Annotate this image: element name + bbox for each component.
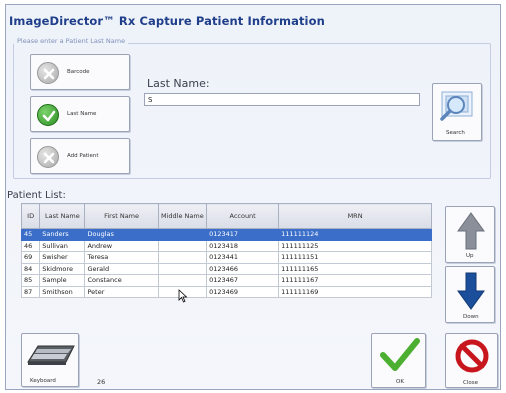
last-name-button-label: Last Name <box>67 111 97 117</box>
up-button-label: Up <box>466 253 474 259</box>
last-name-button[interactable]: Last Name <box>30 96 130 132</box>
close-button-label: Close <box>463 380 478 386</box>
cell-middle <box>157 228 208 241</box>
cell-middle <box>157 274 208 287</box>
cell-first: Douglas <box>84 228 159 241</box>
cell-mrn: 111111165 <box>278 262 432 275</box>
cell-id: 87 <box>20 285 41 298</box>
cell-id: 46 <box>20 239 41 252</box>
search-button[interactable]: Search <box>432 83 482 141</box>
column-header-middle-name[interactable]: Middle Name <box>157 203 208 229</box>
keyboard-button[interactable]: Keyboard <box>21 333 79 387</box>
cell-middle <box>157 239 208 252</box>
last-name-input[interactable]: S <box>144 93 420 106</box>
table-row[interactable]: 84 Skidmore Gerald 0123466 111111165 <box>20 262 432 275</box>
cell-first: Constance <box>84 274 159 287</box>
cell-mrn: 111111167 <box>278 274 432 287</box>
ok-button-label: OK <box>396 379 404 385</box>
add-patient-button-label: Add Patient <box>67 153 99 159</box>
cell-first: Teresa <box>84 251 159 264</box>
cell-first: Peter <box>84 285 159 298</box>
table-row[interactable]: 69 Swisher Teresa 0123441 111111151 <box>20 251 432 264</box>
cell-id: 84 <box>20 262 41 275</box>
ok-button[interactable]: OK <box>371 333 426 388</box>
cell-last: Sullivan <box>39 239 86 252</box>
magnifier-search-icon <box>440 91 473 121</box>
checkmark-icon <box>380 338 420 371</box>
cell-id: 45 <box>20 228 41 241</box>
cell-last: Swisher <box>39 251 86 264</box>
window-title: ImageDirector™ Rx Capture Patient Inform… <box>9 14 325 28</box>
column-header-last-name[interactable]: Last Name <box>39 203 86 229</box>
patient-list-label: Patient List: <box>7 190 66 201</box>
barcode-button[interactable]: Barcode <box>30 54 130 90</box>
table-row[interactable]: 85 Sample Constance 0123467 111111167 <box>20 274 432 287</box>
barcode-icon <box>37 62 59 84</box>
cell-account: 0123467 <box>206 274 280 287</box>
patient-count: 26 <box>97 378 106 386</box>
cell-middle <box>157 251 208 264</box>
last-name-label: Last Name: <box>147 77 210 90</box>
column-header-account[interactable]: Account <box>206 203 280 229</box>
search-group-legend: Please enter a Patient Last Name <box>14 37 129 45</box>
table-header-row: ID Last Name First Name Middle Name Acco… <box>20 203 432 229</box>
cell-account: 0123469 <box>206 285 280 298</box>
keyboard-icon <box>27 345 75 365</box>
down-button[interactable]: Down <box>445 266 495 323</box>
checkmark-icon <box>37 104 59 126</box>
cell-id: 69 <box>20 251 41 264</box>
mouse-cursor-icon <box>178 289 188 303</box>
column-header-id[interactable]: ID <box>20 203 41 229</box>
cell-middle <box>157 262 208 275</box>
cell-mrn: 111111124 <box>278 228 432 241</box>
cell-last: Smithson <box>39 285 86 298</box>
arrow-up-icon <box>457 212 485 250</box>
cell-last: Sample <box>39 274 86 287</box>
cell-last: Sanders <box>39 228 86 241</box>
no-symbol-icon <box>455 339 489 373</box>
table-row[interactable]: 46 Sullivan Andrew 0123418 111111125 <box>20 239 432 252</box>
patient-list-table[interactable]: ID Last Name First Name Middle Name Acco… <box>20 203 432 298</box>
cell-account: 0123418 <box>206 239 280 252</box>
table-row[interactable]: 45 Sanders Douglas 0123417 111111124 <box>20 228 432 241</box>
cell-account: 0123441 <box>206 251 280 264</box>
column-header-mrn[interactable]: MRN <box>278 203 432 229</box>
down-button-label: Down <box>463 314 479 320</box>
cell-id: 85 <box>20 274 41 287</box>
cell-account: 0123417 <box>206 228 280 241</box>
close-button[interactable]: Close <box>445 333 498 388</box>
cell-first: Gerald <box>84 262 159 275</box>
search-button-label: Search <box>446 130 465 136</box>
arrow-down-icon <box>457 272 485 310</box>
cell-account: 0123466 <box>206 262 280 275</box>
keyboard-button-label: Keyboard <box>30 378 56 384</box>
cell-first: Andrew <box>84 239 159 252</box>
column-header-first-name[interactable]: First Name <box>84 203 159 229</box>
cell-mrn: 111111169 <box>278 285 432 298</box>
cell-mrn: 111111125 <box>278 239 432 252</box>
add-patient-button[interactable]: Add Patient <box>30 138 130 174</box>
cell-mrn: 111111151 <box>278 251 432 264</box>
table-row[interactable]: 87 Smithson Peter 0123469 111111169 <box>20 285 432 298</box>
barcode-button-label: Barcode <box>67 69 90 75</box>
cell-last: Skidmore <box>39 262 86 275</box>
add-patient-icon <box>37 146 59 168</box>
up-button[interactable]: Up <box>445 206 495 263</box>
